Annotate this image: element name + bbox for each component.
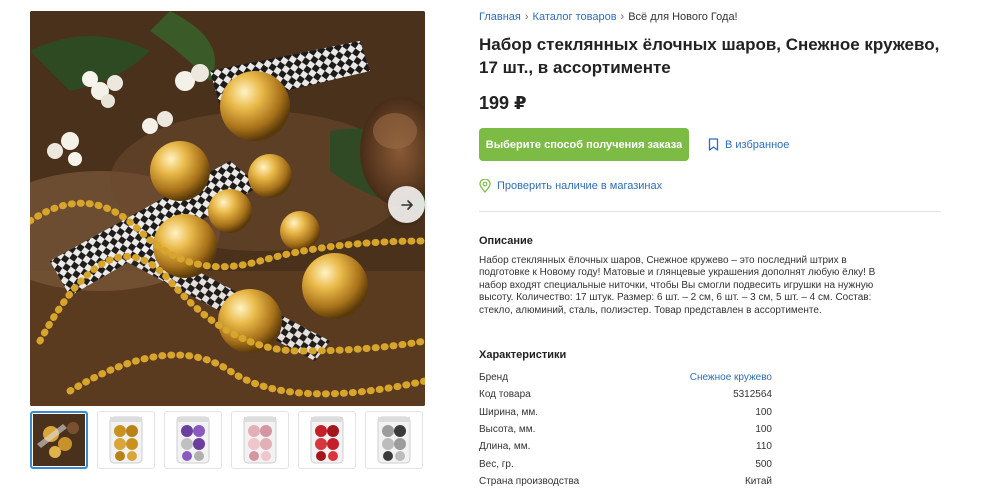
spec-label: Бренд <box>479 372 509 384</box>
thumbnail-pink-balls <box>243 416 277 464</box>
breadcrumb-current: Всё для Нового Года! <box>628 11 738 23</box>
spec-label: Высота, мм. <box>479 424 536 436</box>
breadcrumb-separator: › <box>524 11 529 23</box>
section-divider <box>479 211 941 212</box>
breadcrumb-catalog[interactable]: Каталог товаров <box>533 11 617 23</box>
product-photo-illustration <box>30 11 425 406</box>
next-photo-button[interactable] <box>388 186 425 223</box>
thumbnail-decor-scene <box>33 414 85 466</box>
thumbnail-3[interactable] <box>164 411 222 469</box>
thumbnail-2[interactable] <box>97 411 155 469</box>
breadcrumb: Главная › Каталог товаров › Всё для Нового Г… <box>479 11 738 23</box>
check-availability-link[interactable]: Проверить наличие в магазинах <box>479 179 662 193</box>
spec-value: 5312564 <box>733 389 772 401</box>
thumbnail-5[interactable] <box>298 411 356 469</box>
spec-value: Китай <box>744 475 772 487</box>
product-price: 199 ₽ <box>479 93 527 113</box>
main-product-photo[interactable] <box>30 11 425 406</box>
spec-label: Ширина, мм. <box>479 406 539 418</box>
spec-value: 110 <box>756 441 772 453</box>
check-availability-label: Проверить наличие в магазинах <box>497 180 663 192</box>
thumbnail-silver-balls <box>377 416 411 464</box>
breadcrumb-separator: › <box>620 11 625 23</box>
spec-row-weight: Вес, гр. 500 <box>479 455 772 472</box>
description-text: Набор стеклянных ёлочных шаров, Снежное … <box>479 255 876 316</box>
thumbnail-strip <box>30 411 425 471</box>
spec-value: 500 <box>755 458 772 470</box>
spec-row-height: Высота, мм. 100 <box>479 421 772 438</box>
thumbnail-gold-balls <box>109 416 143 464</box>
arrow-right-icon <box>400 199 413 210</box>
spec-label: Код товара <box>479 389 531 401</box>
thumbnail-purple-balls <box>176 416 210 464</box>
spec-row-length: Длина, мм. 110 <box>479 438 772 455</box>
brand-link[interactable]: Снежное кружево <box>690 372 772 383</box>
characteristics-table: Бренд Снежное кружево Код товара 5312564… <box>479 369 772 490</box>
spec-label: Вес, гр. <box>479 458 514 470</box>
characteristics-heading: Характеристики <box>479 349 567 361</box>
spec-label: Длина, мм. <box>479 441 531 453</box>
thumbnail-1[interactable] <box>30 411 88 469</box>
bookmark-icon <box>708 138 719 151</box>
thumbnail-4[interactable] <box>231 411 289 469</box>
spec-label: Страна производства <box>479 475 580 487</box>
description-heading: Описание <box>479 235 533 247</box>
spec-row-brand: Бренд Снежное кружево <box>479 369 772 386</box>
thumbnail-red-balls <box>310 416 344 464</box>
breadcrumb-home[interactable]: Главная <box>479 11 521 23</box>
spec-row-country: Страна производства Китай <box>479 473 772 490</box>
thumbnail-6[interactable] <box>365 411 423 469</box>
spec-value: 100 <box>755 406 772 418</box>
spec-value: 100 <box>755 424 772 436</box>
product-title: Набор стеклянных ёлочных шаров, Снежное … <box>479 35 940 77</box>
spec-row-width: Ширина, мм. 100 <box>479 404 772 421</box>
add-to-favorites-link[interactable]: В избранное <box>708 138 789 151</box>
spec-row-code: Код товара 5312564 <box>479 386 772 403</box>
location-pin-icon <box>479 179 491 193</box>
favorites-label: В избранное <box>725 138 790 151</box>
choose-delivery-button[interactable]: Выберите способ получения заказа <box>479 128 689 161</box>
